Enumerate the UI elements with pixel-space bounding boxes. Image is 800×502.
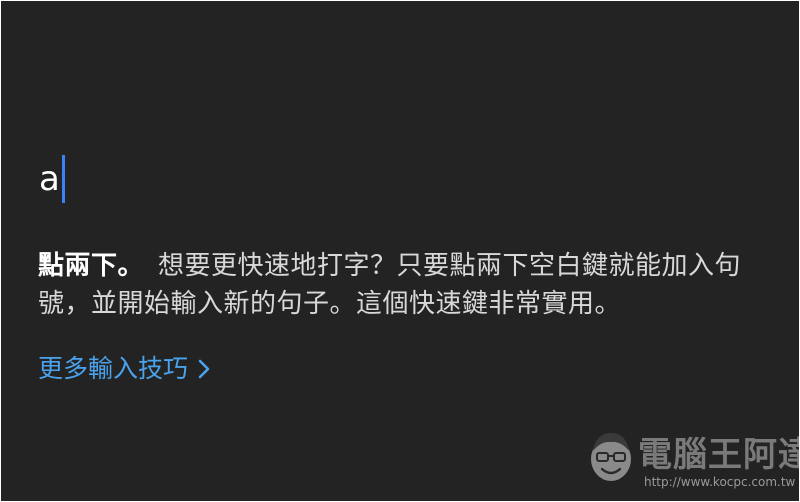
more-typing-tips-label: 更多輸入技巧 (38, 354, 189, 383)
watermark-url: http://www.kocpc.com.tw (644, 475, 796, 489)
tip-title: 點兩下。 (38, 251, 145, 281)
mascot-face-icon (586, 429, 636, 489)
watermark: 電腦王阿達 http://www.kocpc.com.tw (586, 421, 799, 501)
typed-text: a (39, 159, 60, 199)
chevron-right-icon (198, 359, 210, 379)
more-typing-tips-link[interactable]: 更多輸入技巧 (38, 351, 210, 387)
text-cursor (61, 155, 65, 203)
watermark-name: 電腦王阿達 (638, 435, 799, 475)
tip-paragraph: 點兩下。 想要更快速地打字？只要點兩下空白鍵就能加入句號，並開始輸入新的句子。這個… (38, 247, 778, 323)
keyboard-tip-panel: a 點兩下。 想要更快速地打字？只要點兩下空白鍵就能加入句號，並開始輸入新的句子。… (1, 1, 799, 501)
text-input-area[interactable]: a (39, 151, 65, 207)
